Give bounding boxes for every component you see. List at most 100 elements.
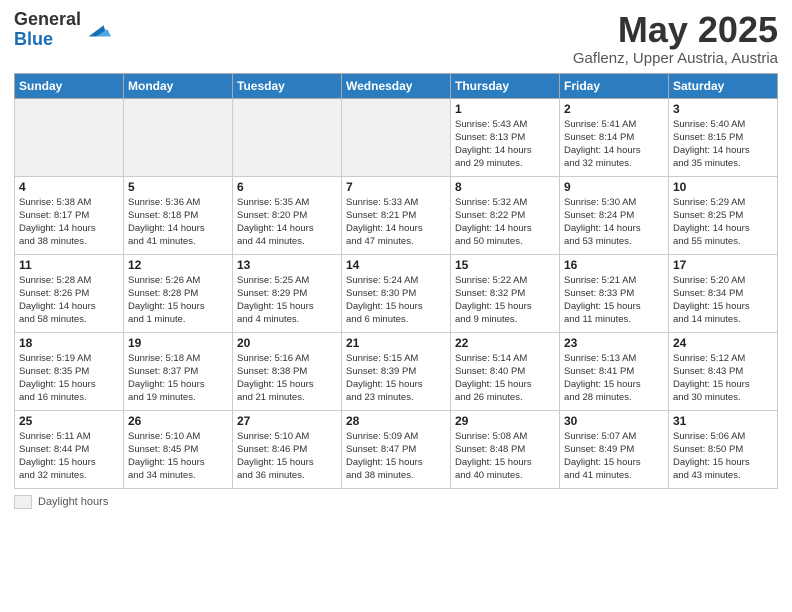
legend: Daylight hours: [14, 495, 778, 509]
calendar-cell: [124, 98, 233, 176]
day-number: 3: [673, 102, 773, 116]
day-info: Sunrise: 5:12 AM Sunset: 8:43 PM Dayligh…: [673, 352, 773, 405]
day-number: 29: [455, 414, 555, 428]
calendar-table: Sunday Monday Tuesday Wednesday Thursday…: [14, 73, 778, 489]
page-container: General Blue May 2025 Gaflenz, Upper Aus…: [0, 0, 792, 519]
calendar-week-5: 25 Sunrise: 5:11 AM Sunset: 8:44 PM Dayli…: [15, 410, 778, 488]
day-info: Sunrise: 5:40 AM Sunset: 8:15 PM Dayligh…: [673, 118, 773, 171]
day-info: Sunrise: 5:15 AM Sunset: 8:39 PM Dayligh…: [346, 352, 446, 405]
day-info: Sunrise: 5:18 AM Sunset: 8:37 PM Dayligh…: [128, 352, 228, 405]
day-info: Sunrise: 5:30 AM Sunset: 8:24 PM Dayligh…: [564, 196, 664, 249]
calendar-cell: 28 Sunrise: 5:09 AM Sunset: 8:47 PM Dayli…: [342, 410, 451, 488]
day-info: Sunrise: 5:29 AM Sunset: 8:25 PM Dayligh…: [673, 196, 773, 249]
day-number: 26: [128, 414, 228, 428]
day-info: Sunrise: 5:33 AM Sunset: 8:21 PM Dayligh…: [346, 196, 446, 249]
calendar-week-2: 4Sunrise: 5:38 AM Sunset: 8:17 PM Daylig…: [15, 176, 778, 254]
calendar-cell: 18 Sunrise: 5:19 AM Sunset: 8:35 PM Dayli…: [15, 332, 124, 410]
calendar-cell: 3 Sunrise: 5:40 AM Sunset: 8:15 PM Daylig…: [669, 98, 778, 176]
day-number: 25: [19, 414, 119, 428]
logo-icon: [83, 16, 111, 44]
day-info: Sunrise: 5:22 AM Sunset: 8:32 PM Dayligh…: [455, 274, 555, 327]
calendar-cell: 14Sunrise: 5:24 AM Sunset: 8:30 PM Dayli…: [342, 254, 451, 332]
col-sunday: Sunday: [15, 73, 124, 98]
col-thursday: Thursday: [451, 73, 560, 98]
day-number: 10: [673, 180, 773, 194]
calendar-cell: 5 Sunrise: 5:36 AM Sunset: 8:18 PM Daylig…: [124, 176, 233, 254]
calendar-cell: 25 Sunrise: 5:11 AM Sunset: 8:44 PM Dayli…: [15, 410, 124, 488]
day-number: 20: [237, 336, 337, 350]
calendar-cell: 24 Sunrise: 5:12 AM Sunset: 8:43 PM Dayli…: [669, 332, 778, 410]
day-info: Sunrise: 5:28 AM Sunset: 8:26 PM Dayligh…: [19, 274, 119, 327]
day-number: 5: [128, 180, 228, 194]
day-info: Sunrise: 5:13 AM Sunset: 8:41 PM Dayligh…: [564, 352, 664, 405]
day-info: Sunrise: 5:35 AM Sunset: 8:20 PM Dayligh…: [237, 196, 337, 249]
day-number: 17: [673, 258, 773, 272]
calendar-week-4: 18 Sunrise: 5:19 AM Sunset: 8:35 PM Dayli…: [15, 332, 778, 410]
day-number: 1: [455, 102, 555, 116]
calendar-week-3: 11Sunrise: 5:28 AM Sunset: 8:26 PM Dayli…: [15, 254, 778, 332]
day-number: 6: [237, 180, 337, 194]
legend-box: [14, 495, 32, 509]
day-info: Sunrise: 5:11 AM Sunset: 8:44 PM Dayligh…: [19, 430, 119, 483]
day-number: 18: [19, 336, 119, 350]
calendar-cell: 27 Sunrise: 5:10 AM Sunset: 8:46 PM Dayli…: [233, 410, 342, 488]
calendar-cell: 10 Sunrise: 5:29 AM Sunset: 8:25 PM Dayli…: [669, 176, 778, 254]
day-info: Sunrise: 5:09 AM Sunset: 8:47 PM Dayligh…: [346, 430, 446, 483]
day-info: Sunrise: 5:43 AM Sunset: 8:13 PM Dayligh…: [455, 118, 555, 171]
day-info: Sunrise: 5:19 AM Sunset: 8:35 PM Dayligh…: [19, 352, 119, 405]
day-info: Sunrise: 5:26 AM Sunset: 8:28 PM Dayligh…: [128, 274, 228, 327]
day-number: 19: [128, 336, 228, 350]
logo-text: General Blue: [14, 10, 81, 50]
col-tuesday: Tuesday: [233, 73, 342, 98]
day-number: 9: [564, 180, 664, 194]
day-info: Sunrise: 5:07 AM Sunset: 8:49 PM Dayligh…: [564, 430, 664, 483]
day-number: 21: [346, 336, 446, 350]
calendar-cell: 20Sunrise: 5:16 AM Sunset: 8:38 PM Dayli…: [233, 332, 342, 410]
day-number: 2: [564, 102, 664, 116]
day-info: Sunrise: 5:41 AM Sunset: 8:14 PM Dayligh…: [564, 118, 664, 171]
day-number: 12: [128, 258, 228, 272]
logo: General Blue: [14, 10, 111, 50]
subtitle: Gaflenz, Upper Austria, Austria: [573, 50, 778, 67]
calendar-cell: 8 Sunrise: 5:32 AM Sunset: 8:22 PM Daylig…: [451, 176, 560, 254]
main-title: May 2025: [573, 10, 778, 50]
header-row: Sunday Monday Tuesday Wednesday Thursday…: [15, 73, 778, 98]
day-info: Sunrise: 5:38 AM Sunset: 8:17 PM Dayligh…: [19, 196, 119, 249]
day-number: 27: [237, 414, 337, 428]
calendar-cell: 31Sunrise: 5:06 AM Sunset: 8:50 PM Dayli…: [669, 410, 778, 488]
calendar-week-1: 1 Sunrise: 5:43 AM Sunset: 8:13 PM Daylig…: [15, 98, 778, 176]
day-number: 16: [564, 258, 664, 272]
day-info: Sunrise: 5:06 AM Sunset: 8:50 PM Dayligh…: [673, 430, 773, 483]
day-number: 24: [673, 336, 773, 350]
day-number: 8: [455, 180, 555, 194]
day-info: Sunrise: 5:25 AM Sunset: 8:29 PM Dayligh…: [237, 274, 337, 327]
day-info: Sunrise: 5:10 AM Sunset: 8:46 PM Dayligh…: [237, 430, 337, 483]
calendar-cell: 7 Sunrise: 5:33 AM Sunset: 8:21 PM Daylig…: [342, 176, 451, 254]
calendar-cell: 26Sunrise: 5:10 AM Sunset: 8:45 PM Dayli…: [124, 410, 233, 488]
calendar-cell: 21 Sunrise: 5:15 AM Sunset: 8:39 PM Dayli…: [342, 332, 451, 410]
calendar-cell: 4Sunrise: 5:38 AM Sunset: 8:17 PM Daylig…: [15, 176, 124, 254]
title-block: May 2025 Gaflenz, Upper Austria, Austria: [573, 10, 778, 67]
calendar-cell: 9 Sunrise: 5:30 AM Sunset: 8:24 PM Daylig…: [560, 176, 669, 254]
calendar-cell: 19 Sunrise: 5:18 AM Sunset: 8:37 PM Dayli…: [124, 332, 233, 410]
calendar-cell: 2 Sunrise: 5:41 AM Sunset: 8:14 PM Daylig…: [560, 98, 669, 176]
day-number: 30: [564, 414, 664, 428]
col-friday: Friday: [560, 73, 669, 98]
day-info: Sunrise: 5:20 AM Sunset: 8:34 PM Dayligh…: [673, 274, 773, 327]
calendar-cell: 30 Sunrise: 5:07 AM Sunset: 8:49 PM Dayli…: [560, 410, 669, 488]
day-number: 23: [564, 336, 664, 350]
day-info: Sunrise: 5:32 AM Sunset: 8:22 PM Dayligh…: [455, 196, 555, 249]
col-wednesday: Wednesday: [342, 73, 451, 98]
day-number: 28: [346, 414, 446, 428]
day-number: 7: [346, 180, 446, 194]
day-info: Sunrise: 5:14 AM Sunset: 8:40 PM Dayligh…: [455, 352, 555, 405]
day-number: 14: [346, 258, 446, 272]
legend-label: Daylight hours: [38, 496, 108, 508]
calendar-cell: 16 Sunrise: 5:21 AM Sunset: 8:33 PM Dayli…: [560, 254, 669, 332]
calendar-cell: [342, 98, 451, 176]
logo-blue: Blue: [14, 30, 81, 50]
day-info: Sunrise: 5:08 AM Sunset: 8:48 PM Dayligh…: [455, 430, 555, 483]
day-info: Sunrise: 5:36 AM Sunset: 8:18 PM Dayligh…: [128, 196, 228, 249]
calendar-body: 1 Sunrise: 5:43 AM Sunset: 8:13 PM Daylig…: [15, 98, 778, 488]
day-info: Sunrise: 5:21 AM Sunset: 8:33 PM Dayligh…: [564, 274, 664, 327]
